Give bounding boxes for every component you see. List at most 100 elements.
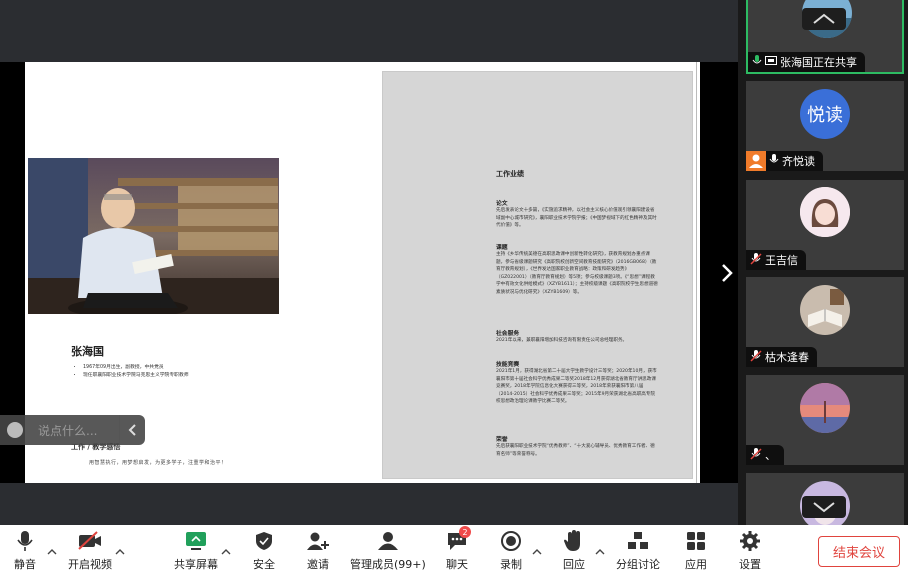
section-body: 先后获襄阳职业技术学院“优秀教师”、“十大爱心辅导员、优秀教育工作者、德育名师”…	[496, 444, 655, 457]
microphone-icon	[12, 529, 38, 553]
video-label: 开启视频	[68, 558, 112, 571]
section-body: 主持《乡华传统美德在高职思政课中创新性转化研究》，获教育规划办重点课题，参与省级…	[496, 252, 658, 295]
record-icon	[498, 529, 524, 553]
participant-label: 、	[746, 445, 784, 465]
settings-button[interactable]: 设置	[737, 529, 763, 572]
mic-on-icon	[752, 54, 762, 70]
chat-icon: 2	[444, 526, 471, 553]
meeting-toolbar: 静音 开启视频 共享屏幕 安全 邀请 管理成员(99+) 2 聊天 录制 回应 …	[0, 525, 908, 575]
hand-icon	[561, 529, 587, 553]
breakout-label: 分组讨论	[616, 558, 660, 571]
start-video-button[interactable]: 开启视频	[68, 529, 112, 572]
user-icon	[746, 151, 766, 171]
bio-item: 现任职襄阳职业技术学院马克思主义学院专职教师	[83, 372, 189, 380]
chevron-up-icon[interactable]	[802, 8, 846, 30]
bio-list: 1967年09月出生，副教授，中共党员 现任职襄阳职业技术学院马克思主义学院专职…	[83, 364, 189, 380]
section-heading: 论文	[496, 201, 508, 207]
avatar	[800, 187, 850, 237]
reaction-button[interactable]: 回应	[561, 529, 587, 572]
section-heading: 荣誉	[496, 437, 508, 443]
chevron-right-icon[interactable]	[719, 262, 735, 284]
apps-label: 应用	[685, 558, 707, 571]
mic-muted-icon	[750, 349, 762, 365]
participant-name: 齐悦读	[782, 155, 815, 168]
chevron-up-icon[interactable]	[221, 541, 231, 555]
participant-label: 张海国正在共享	[748, 52, 865, 72]
chat-button[interactable]: 2 聊天	[444, 526, 471, 572]
invite-label: 邀请	[307, 558, 329, 571]
video-off-icon	[77, 529, 103, 553]
chevron-up-icon[interactable]	[115, 541, 125, 555]
chevron-left-icon[interactable]	[120, 423, 145, 437]
apps-icon	[683, 529, 709, 553]
breakout-button[interactable]: 分组讨论	[616, 529, 660, 572]
avatar	[800, 285, 850, 335]
invite-button[interactable]: 邀请	[305, 529, 331, 572]
apps-button[interactable]: 应用	[683, 529, 709, 572]
mute-label: 静音	[14, 558, 36, 571]
participant-label: 齐悦读	[746, 151, 823, 171]
add-user-icon	[305, 529, 331, 553]
share-screen-icon	[183, 529, 209, 553]
section-heading: 技能竞赛	[496, 362, 520, 368]
chat-label: 聊天	[446, 558, 468, 571]
reaction-label: 回应	[563, 558, 585, 571]
emoji-icon[interactable]	[7, 422, 23, 438]
portrait-photo	[28, 158, 279, 314]
gear-icon	[737, 529, 763, 553]
breakout-icon	[625, 529, 651, 553]
chevron-up-icon[interactable]	[595, 541, 605, 555]
achievements-panel: 工作业绩 论文 先后发表论文十多篇，《实施追求精神，以社会主义核心价值观引领襄阳…	[382, 71, 693, 479]
shield-icon	[251, 529, 277, 553]
bio-item: 1967年09月出生，副教授，中共党员	[83, 364, 189, 372]
section-heading: 社会服务	[496, 331, 520, 337]
teacher-name: 张海国	[71, 345, 104, 358]
participant-tile[interactable]: 、	[746, 375, 904, 465]
participant-tile[interactable]: 王吉信	[746, 180, 904, 270]
mute-button[interactable]: 静音	[12, 529, 38, 572]
chat-badge: 2	[459, 526, 471, 538]
meeting-window: 张海国 1967年09月出生，副教授，中共党员 现任职襄阳职业技术学院马克思主义…	[0, 0, 908, 575]
members-label: 管理成员(99+)	[350, 558, 426, 571]
panel-title: 工作业绩	[496, 170, 524, 178]
section-heading: 课题	[496, 245, 508, 251]
share-label: 共享屏幕	[174, 558, 218, 571]
security-label: 安全	[253, 558, 275, 571]
security-button[interactable]: 安全	[251, 529, 277, 572]
mic-muted-icon	[750, 252, 762, 268]
mic-icon	[769, 153, 779, 169]
participant-label: 王吉信	[746, 250, 806, 270]
chevron-up-icon[interactable]	[47, 541, 57, 555]
participant-tile[interactable]: 枯木逢春	[746, 277, 904, 367]
chat-input-bar[interactable]: 说点什么...	[0, 415, 145, 445]
stage-bottom-bar	[0, 483, 738, 525]
mic-muted-icon	[750, 447, 762, 463]
document-edge	[696, 62, 697, 483]
end-meeting-button[interactable]: 结束会议	[818, 536, 900, 567]
participants-strip: 张海国正在共享 悦读 齐悦读 王吉信 枯木逢春 、	[738, 0, 908, 525]
participant-tile[interactable]: 悦读 齐悦读	[746, 81, 904, 171]
stage-top-bar	[0, 0, 738, 62]
settings-label: 设置	[739, 558, 761, 571]
members-icon	[375, 529, 401, 553]
share-screen-button[interactable]: 共享屏幕	[174, 529, 218, 572]
avatar: 悦读	[800, 89, 850, 139]
section-body: 先后发表论文十多篇，《实施追求精神，以社会主义核心价值观引领襄阳建设省域副中心城…	[496, 208, 657, 228]
participant-name: 王吉信	[765, 254, 798, 267]
section-body: 2021年以来，兼职襄阳增加科技咨询有限责任公司总经理职务。	[496, 338, 628, 343]
section-body: 2021年1月，获得湖北省第二十届大学生教学设计三等奖；2020年10月，获市襄…	[496, 369, 657, 404]
chevron-up-icon[interactable]	[532, 541, 542, 555]
screen-share-icon	[765, 55, 777, 69]
motto-text: 用智慧执行，用梦想启发，为更多学子，注重学和治平！	[89, 460, 227, 466]
participant-label: 枯木逢春	[746, 347, 817, 367]
record-label: 录制	[500, 558, 522, 571]
participant-name: 、	[765, 449, 776, 462]
participant-name: 枯木逢春	[765, 351, 809, 364]
manage-members-button[interactable]: 管理成员(99+)	[350, 529, 426, 572]
avatar	[800, 383, 850, 433]
chevron-down-icon[interactable]	[802, 496, 846, 518]
shared-screen-stage: 张海国 1967年09月出生，副教授，中共党员 现任职襄阳职业技术学院马克思主义…	[0, 0, 744, 525]
chat-placeholder[interactable]: 说点什么...	[38, 422, 119, 439]
record-button[interactable]: 录制	[498, 529, 524, 572]
participant-name: 张海国正在共享	[780, 56, 857, 69]
